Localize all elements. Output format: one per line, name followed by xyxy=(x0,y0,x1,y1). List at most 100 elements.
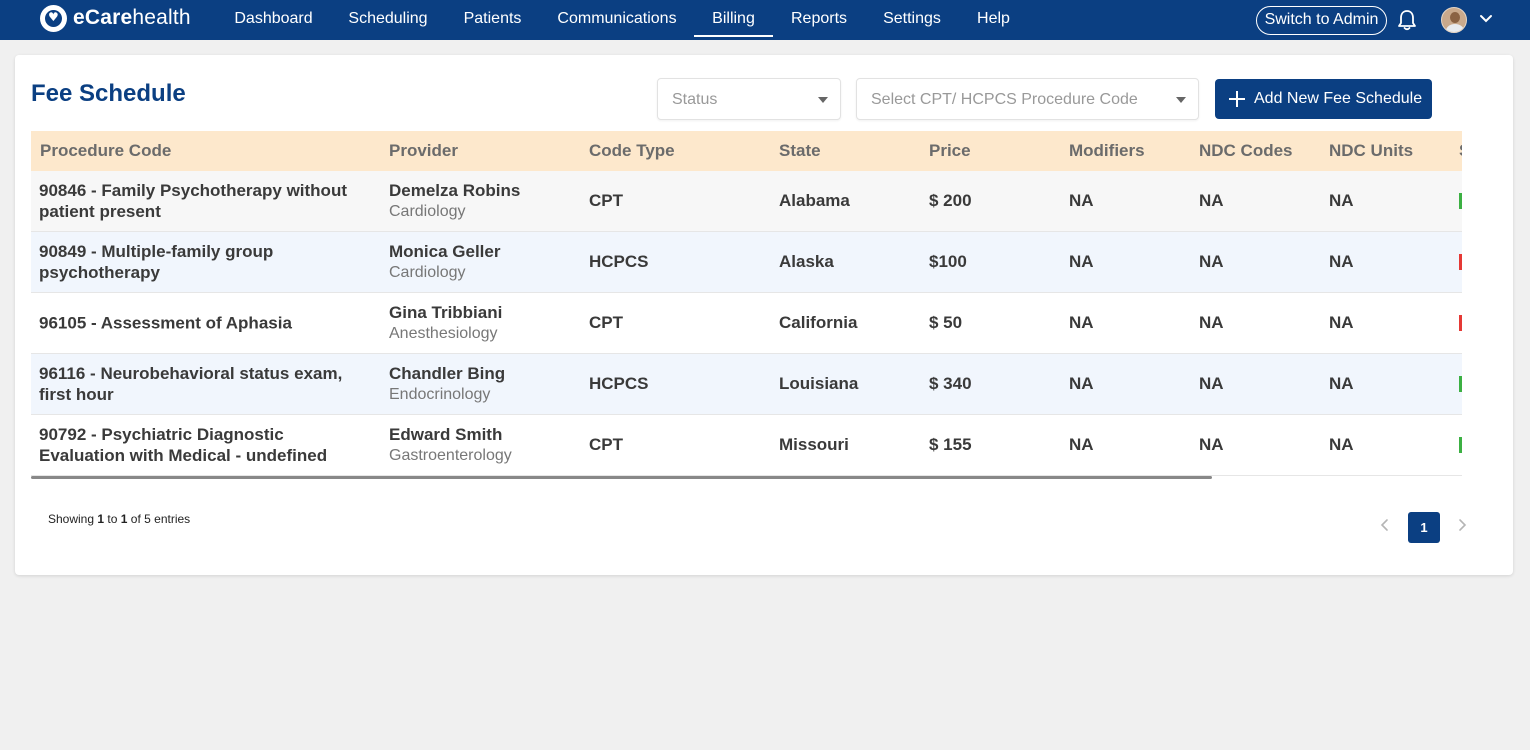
previous-page-icon[interactable] xyxy=(1378,517,1392,533)
column-header-modifiers[interactable]: Modifiers xyxy=(1069,131,1145,171)
provider-cell: Chandler Bing Endocrinology xyxy=(389,363,505,405)
provider-specialty: Gastroenterology xyxy=(389,447,512,464)
column-header-code-type[interactable]: Code Type xyxy=(589,131,675,171)
procedure-code-select[interactable]: Select CPT/ HCPCS Procedure Code xyxy=(856,78,1199,120)
switch-to-admin-button[interactable]: Switch to Admin xyxy=(1256,6,1387,35)
status-indicator xyxy=(1459,254,1462,270)
ndc-codes-cell: NA xyxy=(1199,252,1224,271)
bell-icon[interactable] xyxy=(1397,9,1417,31)
nav-communications[interactable]: Communications xyxy=(557,0,677,36)
column-header-provider[interactable]: Provider xyxy=(389,131,458,171)
provider-name: Edward Smith xyxy=(389,425,503,444)
user-avatar[interactable] xyxy=(1441,7,1467,33)
state-cell: California xyxy=(779,313,858,332)
column-header-state[interactable]: State xyxy=(779,131,821,171)
add-button-label: Add New Fee Schedule xyxy=(1254,90,1423,107)
code-type-cell: CPT xyxy=(589,313,623,332)
column-header-procedure-code[interactable]: Procedure Code xyxy=(40,131,171,171)
nav-settings[interactable]: Settings xyxy=(883,0,941,36)
provider-name: Demelza Robins xyxy=(389,181,521,200)
code-type-cell: CPT xyxy=(589,435,623,454)
procedure-cell: 90846 - Family Psychotherapy without pat… xyxy=(39,181,347,221)
price-cell: $ 200 xyxy=(929,191,972,210)
app-logo[interactable]: eCarehealth xyxy=(40,3,191,33)
ndc-units-cell: NA xyxy=(1329,313,1354,332)
procedure-cell: 90792 - Psychiatric Diagnostic Evaluatio… xyxy=(39,425,328,465)
nav-dashboard[interactable]: Dashboard xyxy=(234,0,313,36)
provider-specialty: Anesthesiology xyxy=(389,325,498,342)
column-header-ndc-units[interactable]: NDC Units xyxy=(1329,131,1413,171)
provider-specialty: Endocrinology xyxy=(389,386,491,403)
nav-patients[interactable]: Patients xyxy=(463,0,522,36)
state-cell: Alabama xyxy=(779,191,850,210)
ndc-units-cell: NA xyxy=(1329,374,1354,393)
ndc-codes-cell: NA xyxy=(1199,313,1224,332)
provider-name: Chandler Bing xyxy=(389,364,506,383)
state-cell: Missouri xyxy=(779,435,849,454)
add-new-fee-schedule-button[interactable]: Add New Fee Schedule xyxy=(1215,79,1432,119)
status-indicator xyxy=(1459,315,1462,331)
table-row[interactable]: 96105 - Assessment of Aphasia Gina Tribb… xyxy=(31,293,1462,354)
caret-down-icon xyxy=(1176,97,1186,103)
caret-down-icon xyxy=(818,97,828,103)
column-header-status[interactable]: S xyxy=(1459,131,1462,171)
table-row[interactable]: 90792 - Psychiatric Diagnostic Evaluatio… xyxy=(31,415,1462,476)
logo-text: eCarehealth xyxy=(73,6,191,29)
state-cell: Alaska xyxy=(779,252,834,271)
ndc-codes-cell: NA xyxy=(1199,374,1224,393)
plus-icon xyxy=(1229,91,1245,107)
nav-reports[interactable]: Reports xyxy=(790,0,848,36)
state-cell: Louisiana xyxy=(779,374,859,393)
code-type-cell: CPT xyxy=(589,191,623,210)
top-nav-bar: eCarehealth Dashboard Scheduling Patient… xyxy=(0,0,1530,40)
status-select[interactable]: Status xyxy=(657,78,841,120)
entries-summary: Showing 1 to 1 of 5 entries xyxy=(48,512,191,526)
provider-name: Gina Tribbiani xyxy=(389,303,503,322)
table-row[interactable]: 90849 - Multiple-family group psychother… xyxy=(31,232,1462,293)
next-page-icon[interactable] xyxy=(1455,517,1469,533)
status-indicator xyxy=(1459,193,1462,209)
column-header-price[interactable]: Price xyxy=(929,131,971,171)
modifiers-cell: NA xyxy=(1069,313,1094,332)
provider-cell: Demelza Robins Cardiology xyxy=(389,180,520,222)
procedure-cell: 96116 - Neurobehavioral status exam, fir… xyxy=(39,364,343,404)
provider-specialty: Cardiology xyxy=(389,264,466,281)
procedure-code-placeholder: Select CPT/ HCPCS Procedure Code xyxy=(871,91,1138,108)
provider-name: Monica Geller xyxy=(389,242,501,261)
modifiers-cell: NA xyxy=(1069,191,1094,210)
fee-schedule-card: Fee Schedule Status Select CPT/ HCPCS Pr… xyxy=(15,55,1513,575)
column-header-ndc-codes[interactable]: NDC Codes xyxy=(1199,131,1293,171)
ndc-codes-cell: NA xyxy=(1199,435,1224,454)
status-indicator xyxy=(1459,437,1462,453)
fee-schedule-table: Procedure Code Provider Code Type State … xyxy=(31,131,1462,479)
ndc-units-cell: NA xyxy=(1329,191,1354,210)
ndc-codes-cell: NA xyxy=(1199,191,1224,210)
modifiers-cell: NA xyxy=(1069,435,1094,454)
chevron-down-icon[interactable] xyxy=(1479,12,1493,26)
table-row[interactable]: 96116 - Neurobehavioral status exam, fir… xyxy=(31,354,1462,415)
modifiers-cell: NA xyxy=(1069,252,1094,271)
table-header: Procedure Code Provider Code Type State … xyxy=(31,131,1462,171)
provider-cell: Gina Tribbiani Anesthesiology xyxy=(389,302,502,344)
nav-help[interactable]: Help xyxy=(976,0,1011,36)
code-type-cell: HCPCS xyxy=(589,374,649,393)
ndc-units-cell: NA xyxy=(1329,252,1354,271)
nav-scheduling[interactable]: Scheduling xyxy=(348,0,428,36)
provider-cell: Edward Smith Gastroenterology xyxy=(389,424,512,466)
procedure-cell: 90849 - Multiple-family group psychother… xyxy=(39,242,274,282)
price-cell: $ 340 xyxy=(929,374,972,393)
table-row[interactable]: 90846 - Family Psychotherapy without pat… xyxy=(31,171,1462,232)
modifiers-cell: NA xyxy=(1069,374,1094,393)
nav-billing[interactable]: Billing xyxy=(694,0,773,37)
price-cell: $ 50 xyxy=(929,313,963,332)
logo-heart-icon xyxy=(40,4,67,32)
page-1-button[interactable]: 1 xyxy=(1408,512,1440,543)
status-indicator xyxy=(1459,376,1462,392)
code-type-cell: HCPCS xyxy=(589,252,649,271)
horizontal-scrollbar[interactable] xyxy=(31,476,1212,479)
price-cell: $100 xyxy=(929,252,967,271)
ndc-units-cell: NA xyxy=(1329,435,1354,454)
status-placeholder: Status xyxy=(672,91,718,108)
provider-cell: Monica Geller Cardiology xyxy=(389,241,500,283)
procedure-cell: 96105 - Assessment of Aphasia xyxy=(39,313,292,333)
